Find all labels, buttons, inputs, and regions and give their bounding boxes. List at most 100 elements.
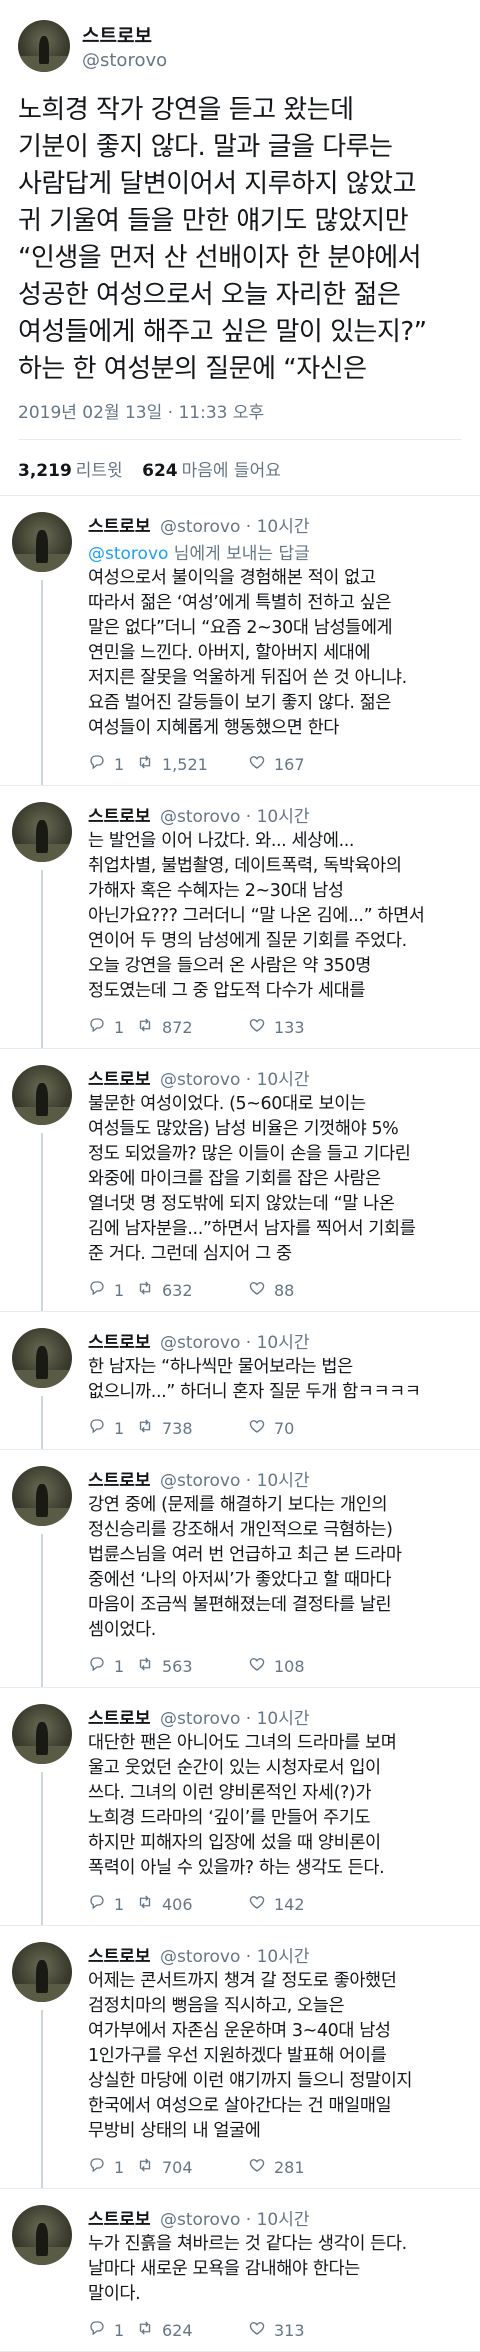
reply-tweet[interactable]: 스트로보 @storovo · 10시간 @storovo 님에게 보내는 답글… <box>0 496 480 786</box>
retweet-button[interactable]: 872 <box>136 1016 248 1038</box>
reply-body: 스트로보 @storovo · 10시간 @storovo 님에게 보내는 답글… <box>88 512 462 775</box>
reply-to-mention[interactable]: @storovo <box>88 544 168 564</box>
like-stat[interactable]: 624 마음에 들어요 <box>142 461 281 481</box>
tweet-timestamp[interactable]: 2019년 02월 13일 · 11:33 오후 <box>18 398 462 440</box>
retweet-button[interactable]: 406 <box>136 1893 248 1915</box>
reply-body: 스트로보 @storovo · 10시간 누가 진흙을 쳐바르는 것 같다는 생… <box>88 2205 462 2341</box>
reply-tweet[interactable]: 스트로보 @storovo · 10시간 어제는 콘서트까지 챙겨 갈 정도로 … <box>0 1926 480 2189</box>
retweet-button[interactable]: 1,521 <box>136 753 248 775</box>
like-count: 313 <box>274 2320 305 2340</box>
reply-tweet[interactable]: 스트로보 @storovo · 10시간 누가 진흙을 쳐바르는 것 같다는 생… <box>0 2189 480 2352</box>
retweet-button[interactable]: 624 <box>136 2319 248 2341</box>
author-name[interactable]: 스트로보 <box>88 1709 151 1729</box>
avatar[interactable] <box>12 1466 72 1526</box>
author-handle[interactable]: @storovo <box>82 50 167 71</box>
retweet-count: 632 <box>162 1280 193 1300</box>
like-count: 167 <box>274 754 305 774</box>
reply-button[interactable]: 1 <box>88 1016 136 1038</box>
author-name[interactable]: 스트로보 <box>88 517 151 537</box>
like-count: 70 <box>274 1418 295 1438</box>
avatar[interactable] <box>12 1942 72 2002</box>
reply-icon <box>88 1417 106 1439</box>
retweet-button[interactable]: 632 <box>136 1279 248 1301</box>
reply-icon <box>88 1016 106 1038</box>
tweet-stats: 3,219 리트윗 624 마음에 들어요 <box>18 440 462 481</box>
thread-connector <box>41 1534 43 1687</box>
like-button[interactable]: 88 <box>248 1279 358 1301</box>
author-name[interactable]: 스트로보 <box>88 807 151 827</box>
like-count: 281 <box>274 2157 305 2177</box>
like-count: 142 <box>274 1894 305 1914</box>
retweet-icon <box>136 753 154 775</box>
action-bar: 1 406 142 <box>88 1893 462 1915</box>
thread-connector <box>41 1772 43 1925</box>
reply-button[interactable]: 1 <box>88 1893 136 1915</box>
action-bar: 1 632 88 <box>88 1279 462 1301</box>
avatar[interactable] <box>18 20 70 72</box>
reply-button[interactable]: 1 <box>88 1417 136 1439</box>
author-name[interactable]: 스트로보 <box>88 1070 151 1090</box>
like-button[interactable]: 167 <box>248 753 358 775</box>
heart-icon <box>248 2319 266 2341</box>
retweet-count: 738 <box>162 1418 193 1438</box>
like-button[interactable]: 133 <box>248 1016 358 1038</box>
retweet-icon <box>136 1417 154 1439</box>
reply-button[interactable]: 1 <box>88 753 136 775</box>
avatar[interactable] <box>12 1328 72 1388</box>
avatar[interactable] <box>12 512 72 572</box>
retweet-stat[interactable]: 3,219 리트윗 <box>18 461 123 481</box>
avatar[interactable] <box>12 2205 72 2265</box>
reply-tweet[interactable]: 스트로보 @storovo · 10시간 불문한 여성이었다. (5~60대로 … <box>0 1049 480 1312</box>
reply-body: 스트로보 @storovo · 10시간 대단한 팬은 아니어도 그녀의 드라마… <box>88 1704 462 1915</box>
heart-icon <box>248 1016 266 1038</box>
retweet-button[interactable]: 738 <box>136 1417 248 1439</box>
like-button[interactable]: 70 <box>248 1417 358 1439</box>
reply-button[interactable]: 1 <box>88 1655 136 1677</box>
reply-to-suffix: 님에게 보내는 답글 <box>168 544 310 564</box>
avatar[interactable] <box>12 1065 72 1125</box>
like-label: 마음에 들어요 <box>181 461 281 481</box>
main-tweet: 스트로보 @storovo 노희경 작가 강연을 듣고 왔는데 기분이 좋지 않… <box>0 0 480 496</box>
author-name[interactable]: 스트로보 <box>82 21 167 48</box>
reply-count: 1 <box>114 754 125 774</box>
reply-button[interactable]: 1 <box>88 1279 136 1301</box>
avatar[interactable] <box>12 1704 72 1764</box>
reply-meta: @storovo · 10시간 <box>159 807 310 827</box>
like-button[interactable]: 281 <box>248 2156 358 2178</box>
reply-tweet[interactable]: 스트로보 @storovo · 10시간 강연 중에 (문제를 해결하기 보다는… <box>0 1450 480 1688</box>
like-button[interactable]: 313 <box>248 2319 358 2341</box>
like-count: 88 <box>274 1280 295 1300</box>
reply-text: 누가 진흙을 쳐바르는 것 같다는 생각이 든다. 날마다 새로운 모욕을 감내… <box>88 2234 407 2304</box>
thread-connector <box>41 580 43 785</box>
reply-button[interactable]: 1 <box>88 2156 136 2178</box>
retweet-count: 872 <box>162 1017 193 1037</box>
author-name[interactable]: 스트로보 <box>88 1947 151 1967</box>
retweet-button[interactable]: 704 <box>136 2156 248 2178</box>
reply-icon <box>88 2156 106 2178</box>
reply-text: 한 남자는 “하나씩만 물어보라는 법은 없으니까...” 하더니 혼자 질문 … <box>88 1357 421 1402</box>
reply-tweet[interactable]: 스트로보 @storovo · 10시간 는 발언을 이어 나갔다. 와... … <box>0 786 480 1049</box>
action-bar: 1 1,521 167 <box>88 753 462 775</box>
reply-button[interactable]: 1 <box>88 2319 136 2341</box>
reply-text: 강연 중에 (문제를 해결하기 보다는 개인의 정신승리를 강조해서 개인적으로… <box>88 1495 402 1640</box>
heart-icon <box>248 753 266 775</box>
reply-tweet[interactable]: 스트로보 @storovo · 10시간 한 남자는 “하나씩만 물어보라는 법… <box>0 1312 480 1450</box>
author-name[interactable]: 스트로보 <box>88 1471 151 1491</box>
action-bar: 1 563 108 <box>88 1655 462 1677</box>
retweet-button[interactable]: 563 <box>136 1655 248 1677</box>
like-button[interactable]: 108 <box>248 1655 358 1677</box>
reply-header: 스트로보 @storovo · 10시간 <box>88 802 462 827</box>
reply-header: 스트로보 @storovo · 10시간 <box>88 2205 462 2230</box>
reply-body: 스트로보 @storovo · 10시간 불문한 여성이었다. (5~60대로 … <box>88 1065 462 1301</box>
reply-count: 1 <box>114 2157 125 2177</box>
like-button[interactable]: 142 <box>248 1893 358 1915</box>
reply-header: 스트로보 @storovo · 10시간 <box>88 1466 462 1491</box>
author-name[interactable]: 스트로보 <box>88 1333 151 1353</box>
action-bar: 1 704 281 <box>88 2156 462 2178</box>
author-name[interactable]: 스트로보 <box>88 2210 151 2230</box>
reply-tweet[interactable]: 스트로보 @storovo · 10시간 대단한 팬은 아니어도 그녀의 드라마… <box>0 1688 480 1926</box>
reply-thread: 스트로보 @storovo · 10시간 @storovo 님에게 보내는 답글… <box>0 496 480 2352</box>
retweet-count: 624 <box>162 2320 193 2340</box>
avatar[interactable] <box>12 802 72 862</box>
retweet-count: 563 <box>162 1656 193 1676</box>
